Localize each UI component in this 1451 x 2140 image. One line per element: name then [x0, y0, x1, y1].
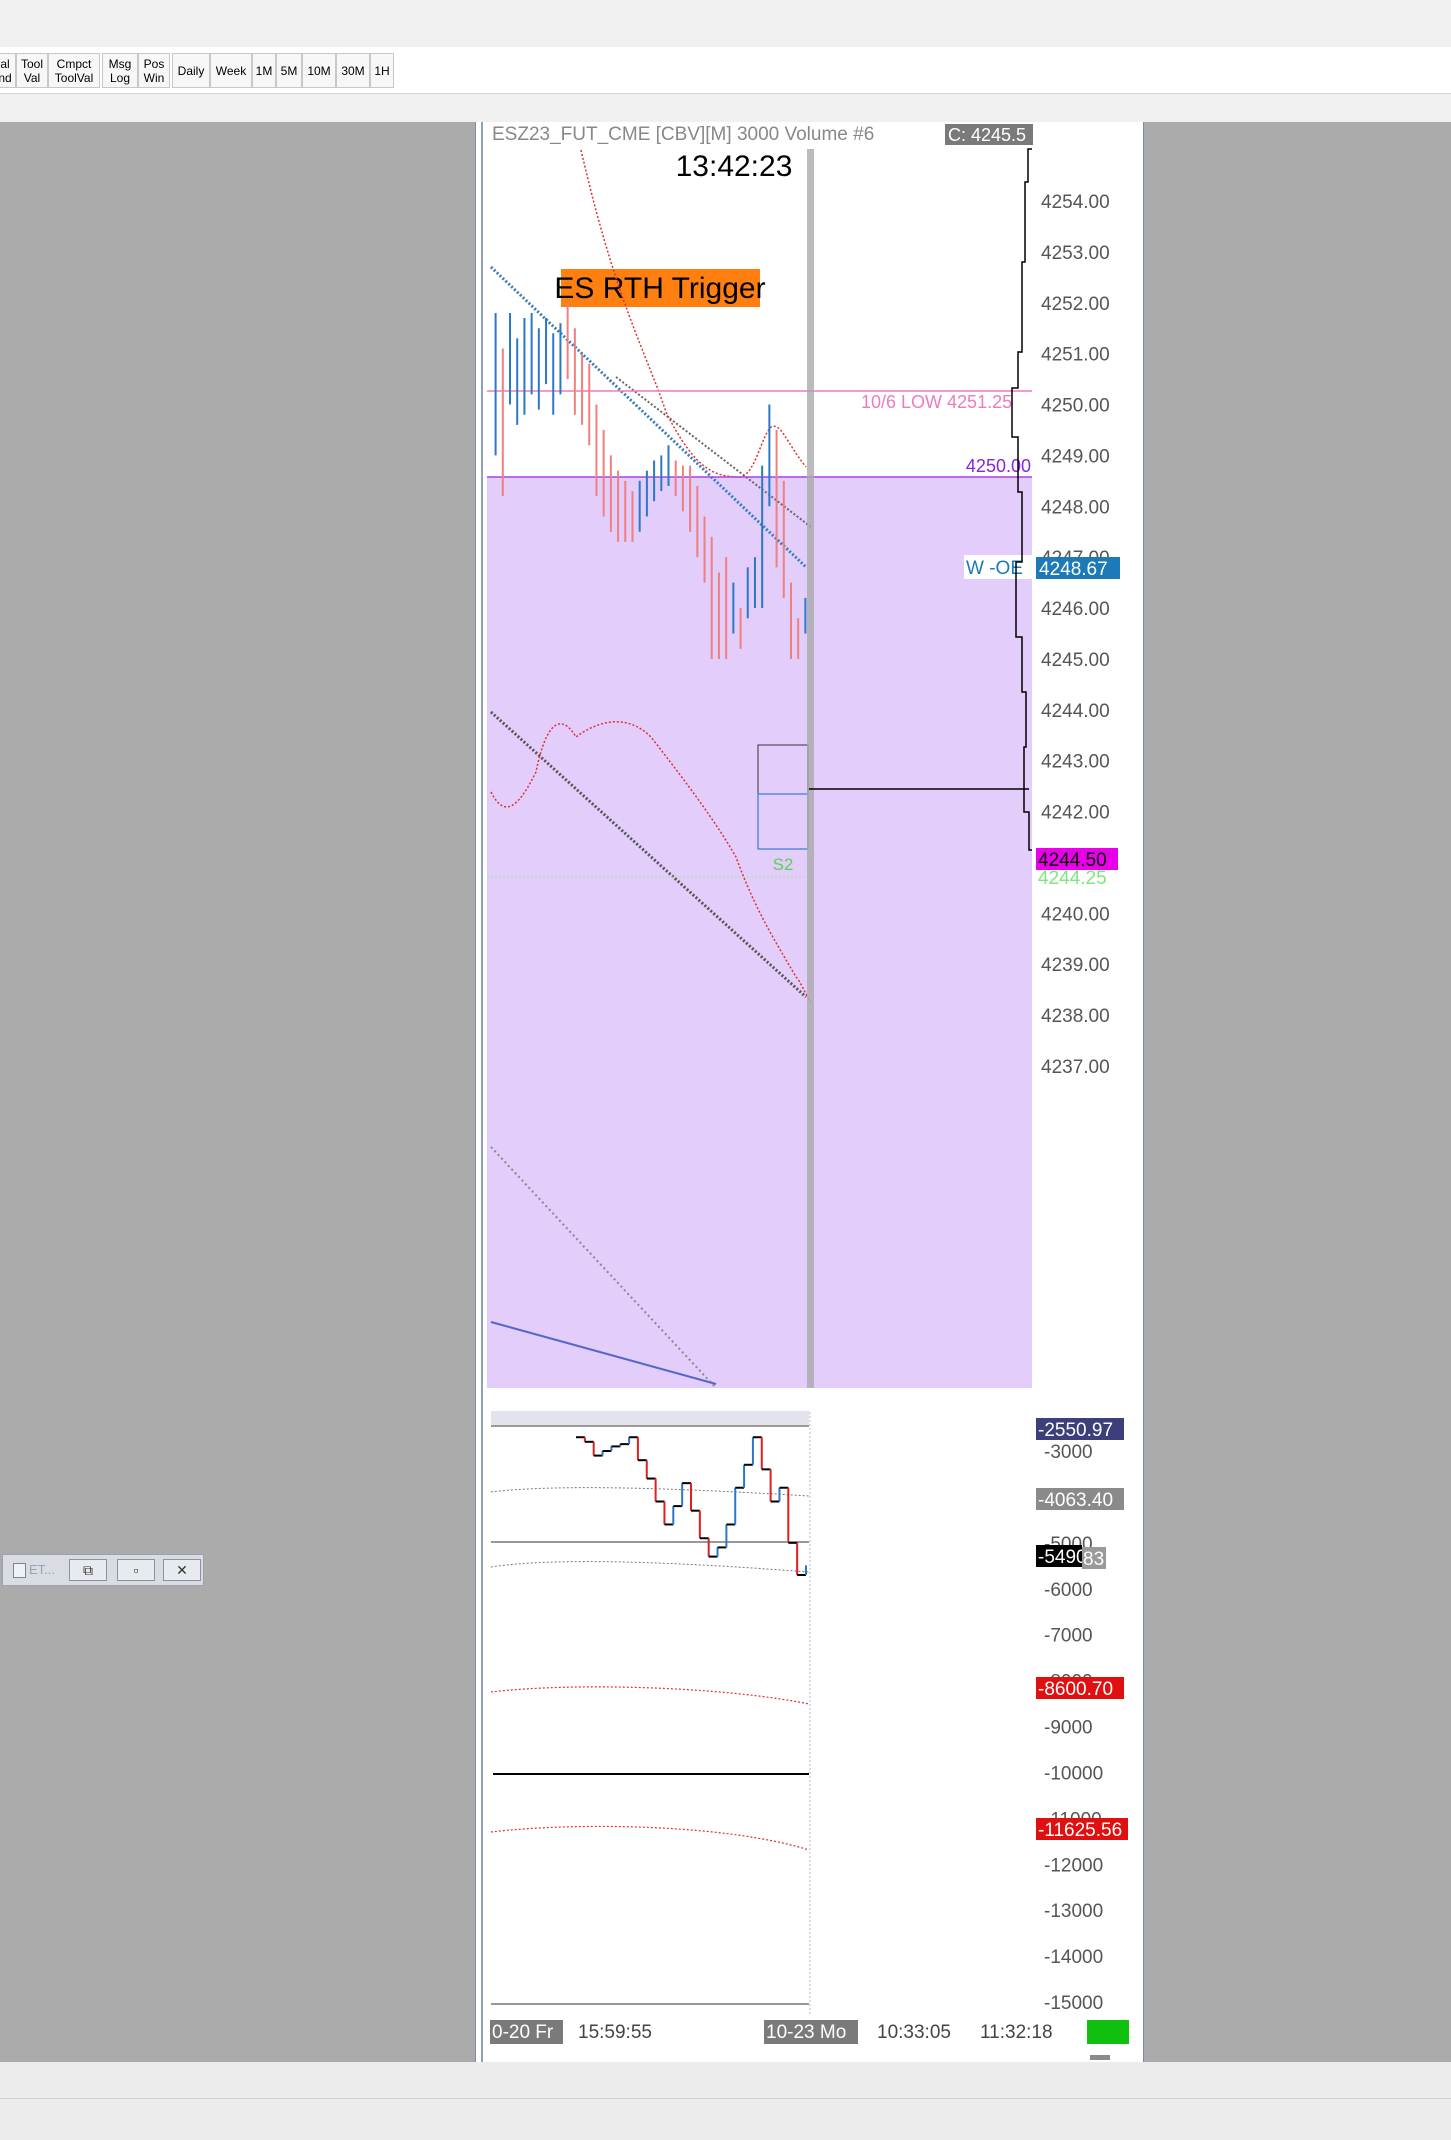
indicator-axis-tick: -6000 [1044, 1580, 1093, 1601]
woe-value: 4248.67 [1039, 559, 1108, 580]
price-axis-tick: 4249.00 [1041, 446, 1110, 467]
price-axis-tick: 4237.00 [1041, 1057, 1110, 1078]
indicator-axis-tick: -12000 [1044, 1855, 1103, 1876]
woe-label: W -OE [966, 558, 1023, 579]
indicator-axis: -3000-4000-5000-6000-7000-8000-9000-1000… [1044, 1442, 1103, 2014]
toolbar-button-5m[interactable]: 5M [276, 53, 302, 88]
price-axis-tick: 4253.00 [1041, 243, 1110, 264]
indicator-axis-tick: -13000 [1044, 1901, 1103, 1922]
toolbar-button-week[interactable]: Week [210, 53, 252, 88]
value-tag-83-text: 83 [1083, 1549, 1104, 1570]
time-label-3: 11:32:18 [980, 2022, 1053, 2043]
price-axis-tick: 4238.00 [1041, 1006, 1110, 1027]
indicator-red-band-upper [490, 1686, 810, 1705]
minimized-chart-window[interactable]: ET... ⧉ ▫ ✕ [2, 1554, 204, 1586]
close-icon[interactable]: ✕ [163, 1559, 201, 1581]
minimized-window-title: ET... [29, 1562, 56, 1577]
toolbar-button-10m[interactable]: 10M [302, 53, 336, 88]
purple-zone [487, 477, 1032, 1388]
indicator-gray-band-upper [490, 1487, 810, 1497]
document-icon [13, 1563, 26, 1578]
clock-time: 13:42:23 [676, 150, 793, 183]
restore-icon[interactable]: ⧉ [69, 1559, 107, 1581]
toolbar-button-msg-log[interactable]: Msg Log [102, 53, 138, 88]
pane-separator [486, 1388, 1032, 1410]
time-label-1: 15:59:55 [578, 2022, 652, 2043]
price-axis-tick: 4243.00 [1041, 752, 1110, 773]
price-axis-tick: 4251.00 [1041, 345, 1110, 366]
maximize-icon[interactable]: ▫ [117, 1559, 155, 1581]
low-line-label: 10/6 LOW 4251.25 [861, 392, 1012, 412]
price-axis-tick: 4240.00 [1041, 904, 1110, 925]
current-time-line [807, 149, 814, 1388]
header-close-value: C: 4245.5 [948, 125, 1026, 145]
indicator-axis-tick: -3000 [1044, 1442, 1093, 1463]
green-marker-tag: 4244.25 [1038, 868, 1107, 889]
time-label-2: 10:33:05 [877, 2022, 951, 2043]
indicator-axis-tick: -15000 [1044, 1993, 1103, 2014]
price-axis-tick: 4242.00 [1041, 803, 1110, 824]
indicator-series [576, 1436, 807, 1576]
indicator-red-band-lower [490, 1825, 810, 1851]
scroll-grip[interactable] [1090, 2055, 1110, 2060]
indicator-gray-band-lower [490, 1561, 810, 1573]
value-tag-2550-text: -2550.97 [1038, 1420, 1113, 1441]
toolbar-button-pos-win[interactable]: Pos Win [138, 53, 170, 88]
indicator-axis-tick: -10000 [1044, 1763, 1103, 1784]
price-axis-tick: 4244.00 [1041, 701, 1110, 722]
value-tag-5490-text: -5490 [1038, 1547, 1087, 1568]
price-axis-tick: 4246.00 [1041, 599, 1110, 620]
indicator-cap-band [491, 1411, 809, 1425]
level-4250-label: 4250.00 [966, 456, 1031, 476]
indicator-axis-tick: -9000 [1044, 1718, 1093, 1739]
price-axis-tick: 4252.00 [1041, 294, 1110, 315]
price-axis-tick: 4245.00 [1041, 650, 1110, 671]
chart-canvas[interactable]: ESZ23_FUT_CME [CBV][M] 3000 Volume #6 C:… [476, 122, 1143, 2062]
s2-label: S2 [773, 855, 794, 874]
toolbar-button-daily[interactable]: Daily [172, 53, 210, 88]
chart-header-title: ESZ23_FUT_CME [CBV][M] 3000 Volume #6 [492, 124, 874, 145]
value-tag-11625-text: -11625.56 [1038, 1820, 1122, 1841]
upper-band [580, 149, 807, 478]
toolbar-button-al-nd[interactable]: al nd [0, 53, 16, 88]
toolbar-button-1m[interactable]: 1M [252, 53, 276, 88]
top-strip [0, 0, 1451, 26]
status-strip [0, 2062, 1451, 2140]
toolbar-button-1h[interactable]: 1H [370, 53, 394, 88]
value-tag-4063-text: -4063.40 [1038, 1490, 1113, 1511]
chart-window[interactable]: ESZ23_FUT_CME [CBV][M] 3000 Volume #6 C:… [475, 122, 1144, 2062]
toolbar-button-30m[interactable]: 30M [336, 53, 370, 88]
toolbar: al nd Tool Val Cmpct ToolVal Msg Log Pos… [0, 47, 1451, 94]
price-axis-tick: 4239.00 [1041, 955, 1110, 976]
indicator-axis-tick: -7000 [1044, 1626, 1093, 1647]
price-axis-tick: 4254.00 [1041, 192, 1110, 213]
green-box-text: 51 [1097, 2022, 1118, 2043]
toolbar-button-cmpct-toolval[interactable]: Cmpct ToolVal [48, 53, 100, 88]
toolbar-button-tool-val[interactable]: Tool Val [16, 53, 48, 88]
price-axis-tick: 4250.00 [1041, 396, 1110, 417]
indicator-axis-tick: -14000 [1044, 1947, 1103, 1968]
trigger-label: ES RTH Trigger [554, 272, 765, 305]
time-label-mid: 10-23 Mo [766, 2022, 846, 2043]
time-label-left: 0-20 Fr [492, 2022, 554, 2043]
value-tag-8600-text: -8600.70 [1038, 1679, 1113, 1700]
price-axis-tick: 4248.00 [1041, 497, 1110, 518]
price-axis: 4254.00 4253.00 4252.00 4251.00 4250.00 4249.… [1041, 192, 1110, 1078]
